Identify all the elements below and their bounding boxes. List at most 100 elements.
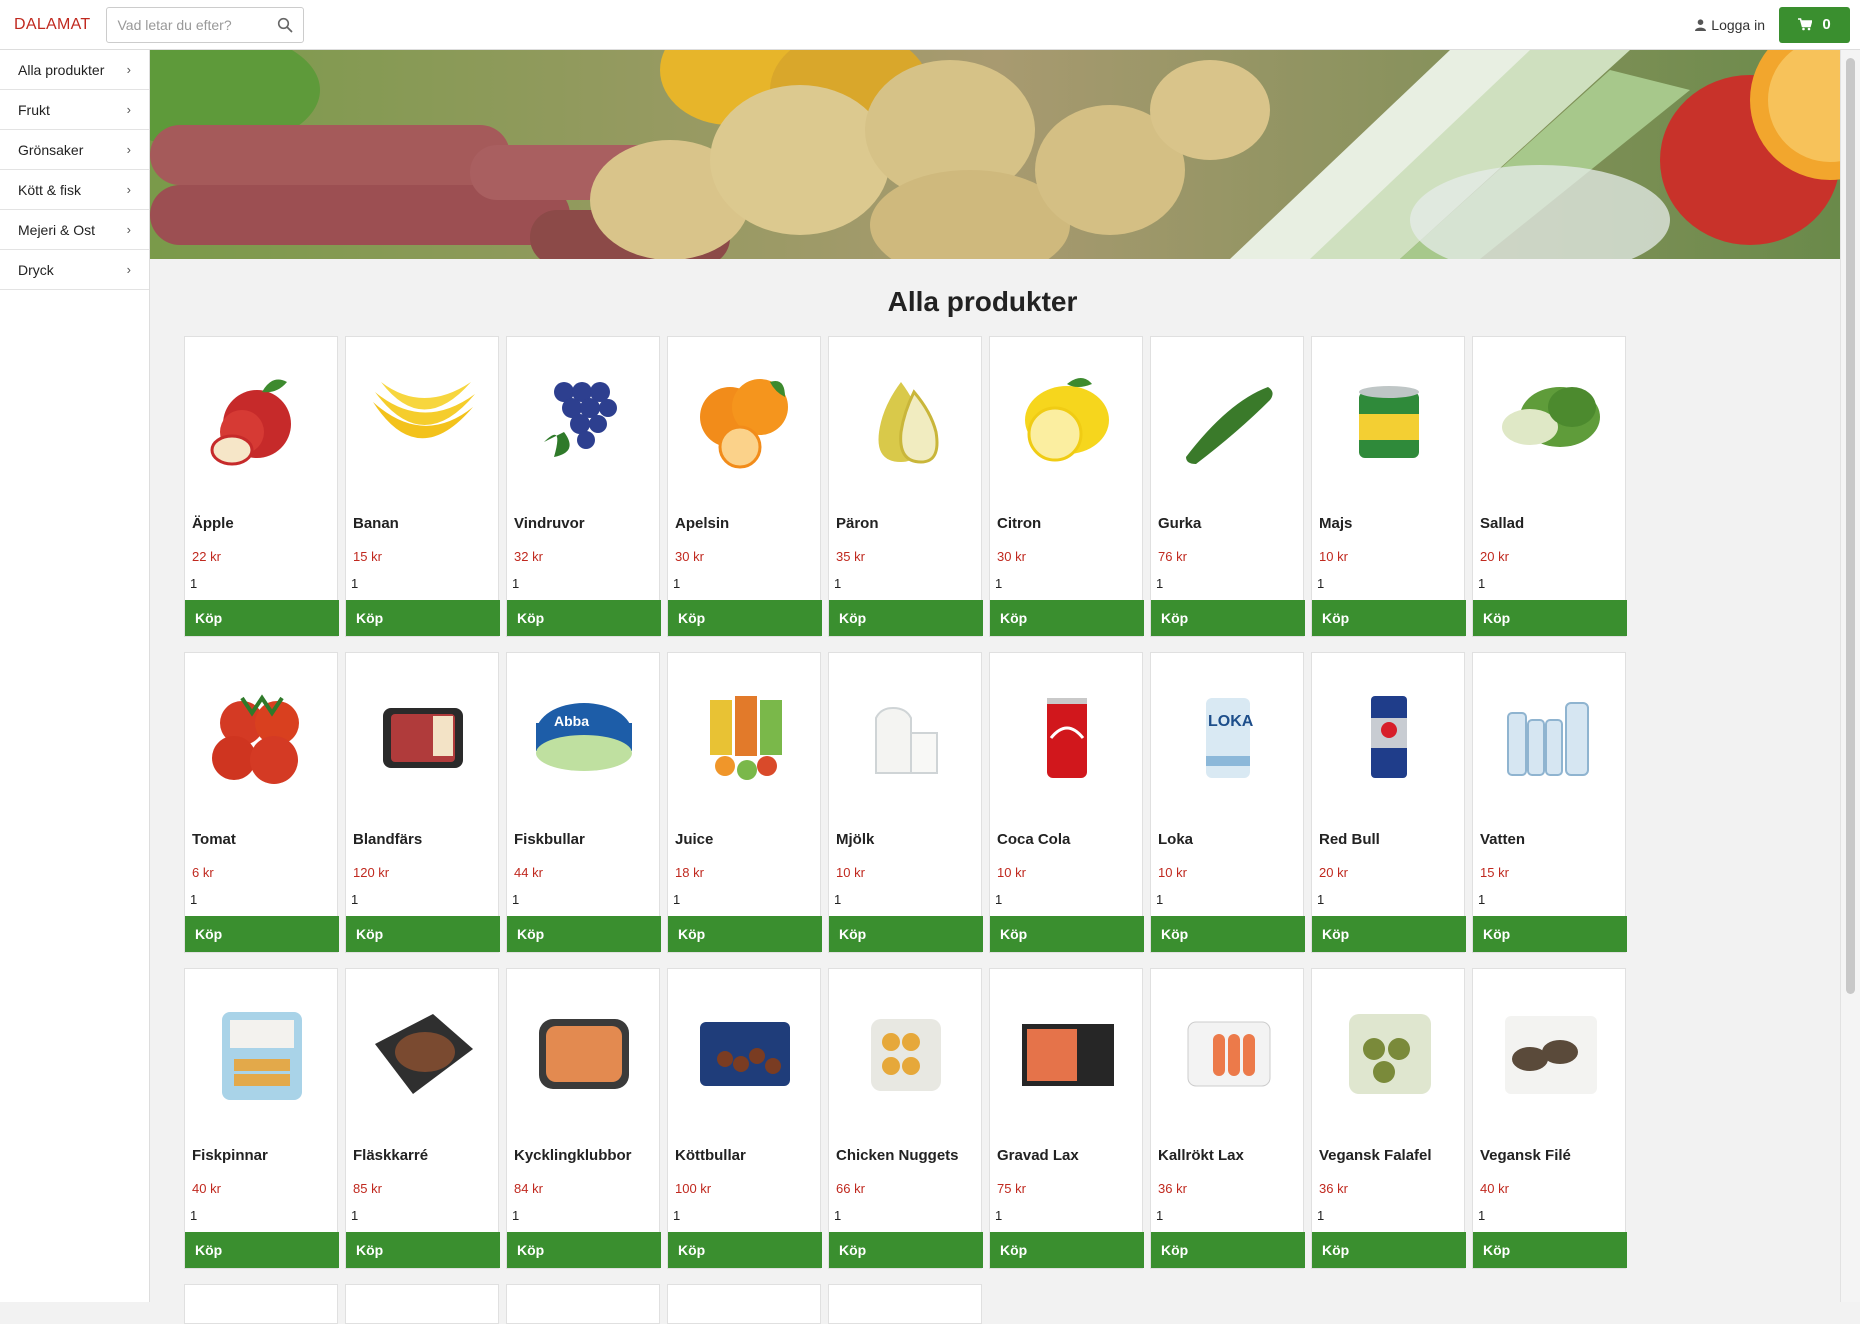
- buy-button[interactable]: Köp: [1473, 600, 1627, 636]
- quantity-input[interactable]: [995, 889, 1095, 909]
- product-name[interactable]: Loka: [1158, 831, 1193, 848]
- quantity-input[interactable]: [190, 1205, 290, 1225]
- product-name[interactable]: Banan: [353, 515, 399, 532]
- product-name[interactable]: Köttbullar: [675, 1147, 746, 1164]
- buy-button[interactable]: Köp: [1312, 916, 1466, 952]
- buy-button[interactable]: Köp: [507, 916, 661, 952]
- quantity-input[interactable]: [1478, 889, 1578, 909]
- product-image[interactable]: [829, 969, 983, 1139]
- quantity-input[interactable]: [1478, 573, 1578, 593]
- product-image[interactable]: [668, 969, 822, 1139]
- product-image[interactable]: [990, 653, 1144, 823]
- buy-button[interactable]: Köp: [829, 916, 983, 952]
- product-image[interactable]: [185, 653, 339, 823]
- quantity-input[interactable]: [190, 573, 290, 593]
- product-image[interactable]: [829, 337, 983, 507]
- product-name[interactable]: Vindruvor: [514, 515, 585, 532]
- login-link[interactable]: Logga in: [1695, 17, 1765, 33]
- buy-button[interactable]: Köp: [990, 1232, 1144, 1268]
- cart-button[interactable]: 0: [1779, 6, 1850, 43]
- product-name[interactable]: Kallrökt Lax: [1158, 1147, 1244, 1164]
- product-image[interactable]: [507, 337, 661, 507]
- buy-button[interactable]: Köp: [346, 916, 500, 952]
- quantity-input[interactable]: [512, 573, 612, 593]
- buy-button[interactable]: Köp: [668, 600, 822, 636]
- buy-button[interactable]: Köp: [185, 916, 339, 952]
- buy-button[interactable]: Köp: [185, 600, 339, 636]
- product-image[interactable]: [346, 337, 500, 507]
- buy-button[interactable]: Köp: [507, 600, 661, 636]
- product-name[interactable]: Apelsin: [675, 515, 729, 532]
- buy-button[interactable]: Köp: [1151, 916, 1305, 952]
- product-name[interactable]: Vegansk Falafel: [1319, 1147, 1432, 1164]
- quantity-input[interactable]: [673, 1205, 773, 1225]
- product-image[interactable]: [1151, 337, 1305, 507]
- product-image[interactable]: [668, 337, 822, 507]
- buy-button[interactable]: Köp: [1473, 1232, 1627, 1268]
- product-name[interactable]: Blandfärs: [353, 831, 422, 848]
- buy-button[interactable]: Köp: [990, 600, 1144, 636]
- product-name[interactable]: Gurka: [1158, 515, 1201, 532]
- product-name[interactable]: Mjölk: [836, 831, 874, 848]
- product-image[interactable]: [990, 969, 1144, 1139]
- sidebar-item-mejeri-ost[interactable]: Mejeri & Ost ›: [0, 210, 149, 250]
- buy-button[interactable]: Köp: [1312, 1232, 1466, 1268]
- product-image[interactable]: [1473, 653, 1627, 823]
- search-box[interactable]: [106, 6, 305, 43]
- product-name[interactable]: Coca Cola: [997, 831, 1070, 848]
- quantity-input[interactable]: [351, 889, 451, 909]
- product-name[interactable]: Päron: [836, 515, 879, 532]
- buy-button[interactable]: Köp: [1473, 916, 1627, 952]
- buy-button[interactable]: Köp: [829, 1232, 983, 1268]
- product-image[interactable]: [185, 337, 339, 507]
- scrollbar-thumb[interactable]: [1846, 58, 1855, 994]
- product-image[interactable]: [346, 969, 500, 1139]
- product-image[interactable]: [1312, 337, 1466, 507]
- product-name[interactable]: Vegansk Filé: [1480, 1147, 1571, 1164]
- product-name[interactable]: Sallad: [1480, 515, 1524, 532]
- brand-logo[interactable]: DALAMAT: [14, 16, 90, 34]
- product-name[interactable]: Vatten: [1480, 831, 1525, 848]
- quantity-input[interactable]: [1156, 889, 1256, 909]
- quantity-input[interactable]: [1156, 1205, 1256, 1225]
- product-image[interactable]: [1473, 969, 1627, 1139]
- product-name[interactable]: Kycklingklubbor: [514, 1147, 632, 1164]
- product-image[interactable]: Abba: [507, 653, 661, 823]
- quantity-input[interactable]: [673, 889, 773, 909]
- quantity-input[interactable]: [190, 889, 290, 909]
- quantity-input[interactable]: [1156, 573, 1256, 593]
- product-image[interactable]: [1151, 969, 1305, 1139]
- product-image[interactable]: [507, 969, 661, 1139]
- quantity-input[interactable]: [1317, 573, 1417, 593]
- quantity-input[interactable]: [1317, 889, 1417, 909]
- product-name[interactable]: Gravad Lax: [997, 1147, 1079, 1164]
- product-image[interactable]: [185, 969, 339, 1139]
- product-image[interactable]: LOKA: [1151, 653, 1305, 823]
- quantity-input[interactable]: [351, 573, 451, 593]
- sidebar-item-dryck[interactable]: Dryck ›: [0, 250, 149, 290]
- product-image[interactable]: [668, 653, 822, 823]
- buy-button[interactable]: Köp: [1151, 600, 1305, 636]
- buy-button[interactable]: Köp: [1312, 600, 1466, 636]
- buy-button[interactable]: Köp: [346, 600, 500, 636]
- search-icon[interactable]: [277, 17, 293, 33]
- quantity-input[interactable]: [351, 1205, 451, 1225]
- product-image[interactable]: [346, 653, 500, 823]
- product-image[interactable]: [1473, 337, 1627, 507]
- product-name[interactable]: Juice: [675, 831, 713, 848]
- search-input[interactable]: [117, 16, 278, 33]
- sidebar-item-kott-fisk[interactable]: Kött & fisk ›: [0, 170, 149, 210]
- quantity-input[interactable]: [1478, 1205, 1578, 1225]
- product-name[interactable]: Fläskkarré: [353, 1147, 428, 1164]
- buy-button[interactable]: Köp: [1151, 1232, 1305, 1268]
- product-name[interactable]: Citron: [997, 515, 1041, 532]
- product-name[interactable]: Fiskpinnar: [192, 1147, 268, 1164]
- quantity-input[interactable]: [512, 1205, 612, 1225]
- buy-button[interactable]: Köp: [990, 916, 1144, 952]
- buy-button[interactable]: Köp: [668, 1232, 822, 1268]
- product-name[interactable]: Red Bull: [1319, 831, 1380, 848]
- quantity-input[interactable]: [673, 573, 773, 593]
- buy-button[interactable]: Köp: [829, 600, 983, 636]
- buy-button[interactable]: Köp: [185, 1232, 339, 1268]
- quantity-input[interactable]: [995, 1205, 1095, 1225]
